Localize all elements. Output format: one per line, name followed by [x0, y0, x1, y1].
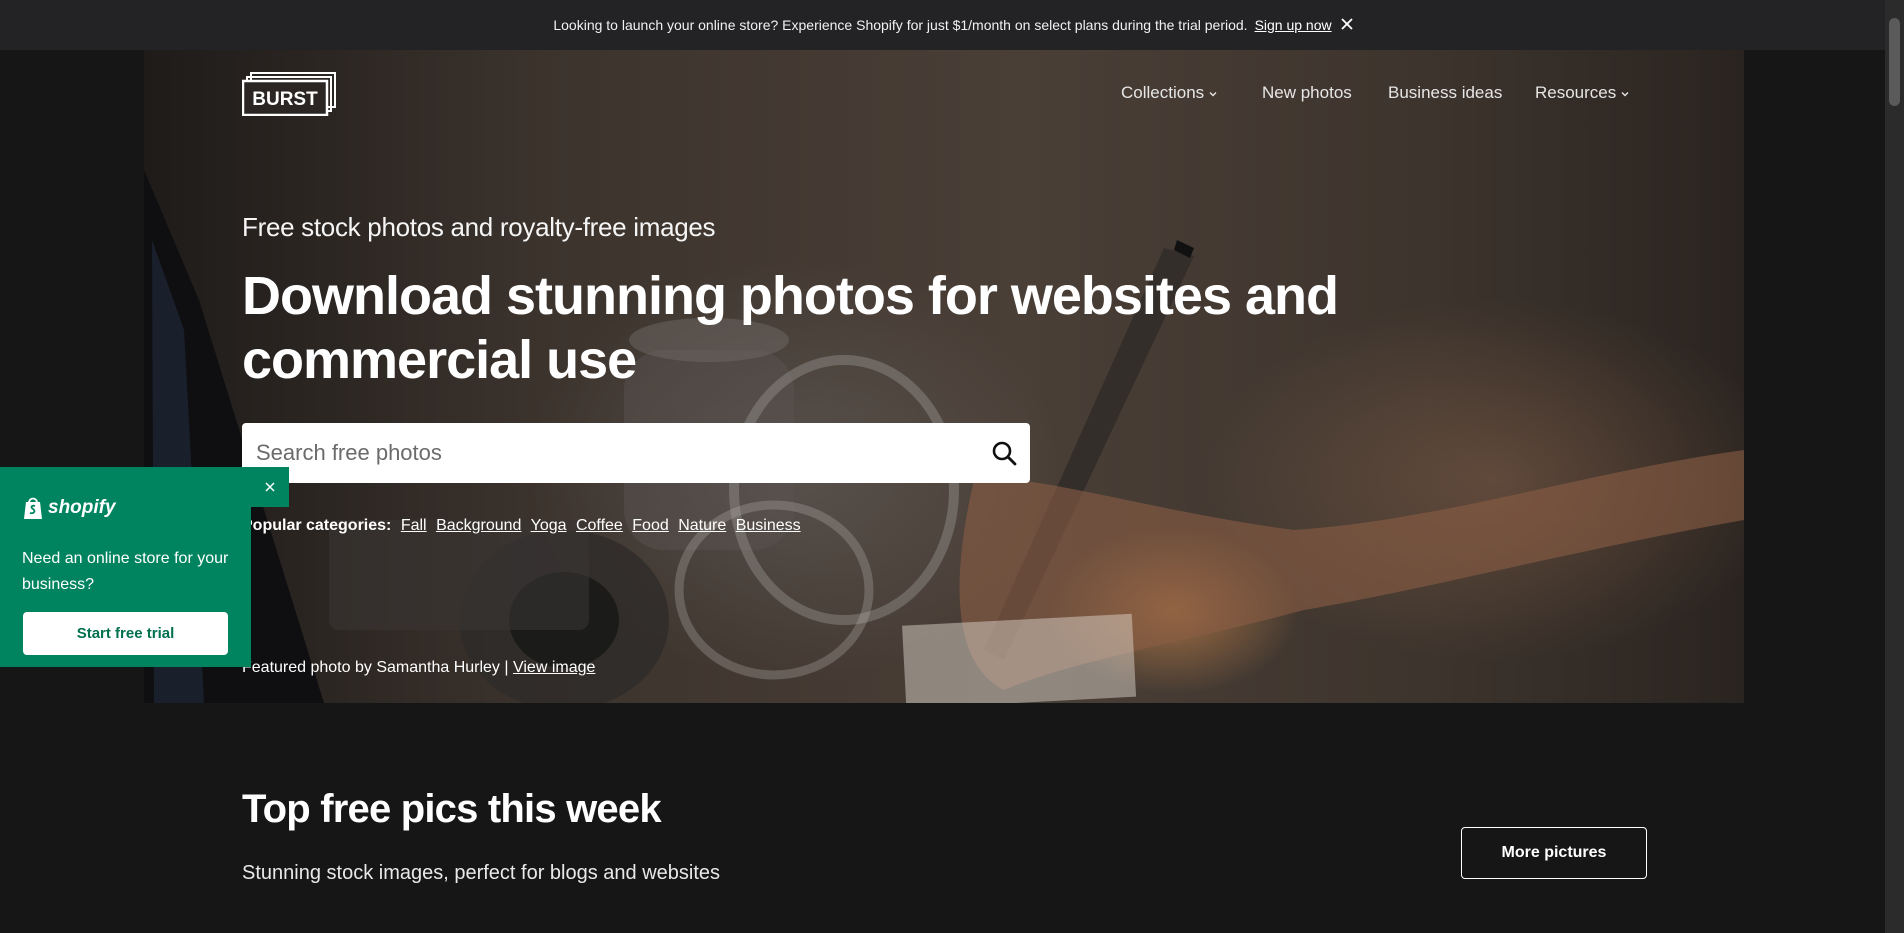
credit-text: Featured photo by Samantha Hurley |: [242, 659, 509, 676]
hero-headline: Download stunning photos for websites an…: [242, 266, 1339, 390]
category-link-background[interactable]: Background: [436, 517, 521, 534]
shopify-brand: shopify: [22, 495, 116, 520]
category-link-fall[interactable]: Fall: [401, 517, 427, 534]
nav-new-photos-label: New photos: [1262, 83, 1352, 102]
sign-up-link[interactable]: Sign up now: [1255, 17, 1332, 33]
popup-message: Need an online store for your business?: [22, 550, 229, 593]
categories-label: Popular categories:: [242, 517, 392, 534]
nav-business-ideas[interactable]: Business ideas: [1388, 83, 1502, 103]
hero-eyebrow: Free stock photos and royalty-free image…: [242, 212, 716, 242]
section-title: Top free pics this week: [242, 787, 662, 831]
search-icon[interactable]: [991, 440, 1017, 466]
chevron-down-icon: [1621, 91, 1629, 97]
close-icon[interactable]: [1338, 15, 1356, 33]
category-link-nature[interactable]: Nature: [678, 517, 726, 534]
nav-resources[interactable]: Resources: [1535, 83, 1630, 103]
category-link-food[interactable]: Food: [632, 517, 668, 534]
photo-credit: Featured photo by Samantha Hurley | View…: [242, 659, 595, 677]
logo-text: BURST: [252, 89, 318, 110]
close-icon[interactable]: [263, 480, 277, 494]
scrollbar[interactable]: [1885, 0, 1904, 933]
nav-new-photos[interactable]: New photos: [1262, 83, 1352, 103]
section-subtitle: Stunning stock images, perfect for blogs…: [242, 862, 721, 884]
more-pictures-button[interactable]: More pictures: [1461, 827, 1647, 879]
popular-categories: Popular categories: Fall Background Yoga…: [242, 517, 806, 535]
nav-collections-label: Collections: [1121, 83, 1205, 102]
category-link-business[interactable]: Business: [736, 517, 801, 534]
popup-close-tab: [251, 467, 289, 507]
shopify-bag-icon: [24, 497, 42, 519]
start-free-trial-button[interactable]: Start free trial: [23, 612, 228, 655]
view-image-link[interactable]: View image: [513, 659, 595, 676]
burst-logo[interactable]: BURST: [242, 72, 337, 116]
chevron-down-icon: [1209, 91, 1217, 97]
nav-resources-label: Resources: [1535, 83, 1617, 102]
nav-collections[interactable]: Collections: [1121, 83, 1218, 103]
category-link-yoga[interactable]: Yoga: [531, 517, 567, 534]
category-link-coffee[interactable]: Coffee: [576, 517, 623, 534]
shopify-popup: shopify Need an online store for your bu…: [0, 467, 251, 667]
banner-text: Looking to launch your online store? Exp…: [553, 17, 1248, 33]
announcement-banner: Looking to launch your online store? Exp…: [0, 0, 1885, 50]
search-input[interactable]: [254, 439, 958, 467]
search-bar: [242, 423, 1030, 483]
nav-business-ideas-label: Business ideas: [1388, 83, 1503, 102]
shopify-wordmark: shopify: [48, 496, 116, 518]
scrollbar-thumb[interactable]: [1889, 18, 1900, 106]
hero-section: BURST Collections New photos Business id…: [144, 50, 1744, 703]
